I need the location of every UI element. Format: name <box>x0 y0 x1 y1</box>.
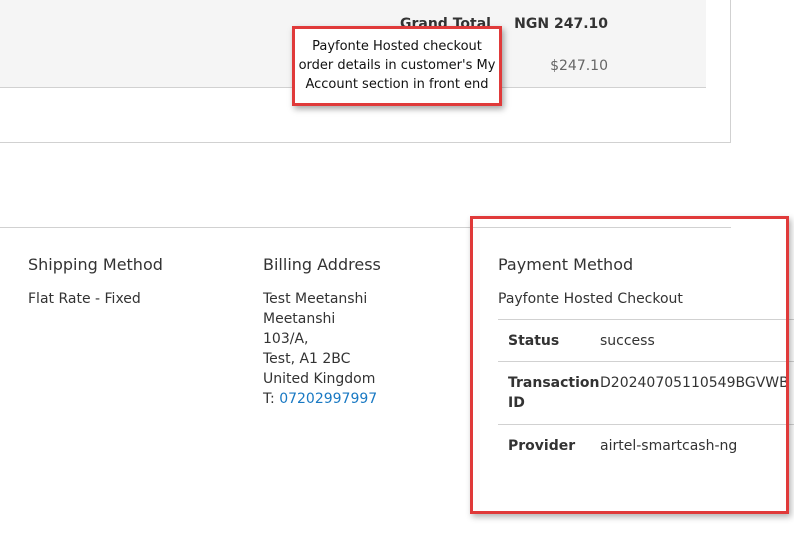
transaction-id-label: Transaction ID <box>508 375 600 411</box>
annotation-callout: Payfonte Hosted checkout order details i… <box>292 26 502 106</box>
billing-address-block: Billing Address Test Meetanshi Meetanshi… <box>263 255 463 409</box>
billing-phone-link[interactable]: 07202997997 <box>279 391 377 407</box>
callout-line-2: order details in customer's My <box>298 58 496 73</box>
table-row: Transaction ID D20240705110549BGVWB <box>498 362 794 425</box>
billing-phone-line: T: 07202997997 <box>263 389 463 409</box>
billing-phone-prefix: T: <box>263 391 280 407</box>
shipping-method-title: Shipping Method <box>28 255 163 274</box>
payment-method-value: Payfonte Hosted Checkout <box>498 291 683 307</box>
payment-method-block: Payment Method Payfonte Hosted Checkout … <box>498 255 794 467</box>
billing-address-title: Billing Address <box>263 255 381 274</box>
billing-street: 103/A, <box>263 331 309 347</box>
callout-line-1: Payfonte Hosted checkout <box>312 39 482 54</box>
grand-total-display-amount: $247.10 <box>550 58 608 74</box>
section-divider <box>0 227 731 228</box>
shipping-method-value: Flat Rate - Fixed <box>28 291 141 307</box>
table-row: Provider airtel-smartcash-ng <box>498 425 794 467</box>
billing-company: Meetanshi <box>263 311 336 327</box>
provider-value: airtel-smartcash-ng <box>600 438 738 454</box>
provider-label: Provider <box>508 438 576 454</box>
order-view-page: Grand Total NGN 247.10 $247.10 Payfonte … <box>0 0 794 549</box>
payment-method-title: Payment Method <box>498 255 634 274</box>
grand-total-base-amount: NGN 247.10 <box>514 16 608 32</box>
transaction-id-value: D20240705110549BGVWB <box>600 375 789 391</box>
payment-status-label: Status <box>508 333 560 349</box>
billing-city-postcode: Test, A1 2BC <box>263 351 351 367</box>
billing-name: Test Meetanshi <box>263 291 368 307</box>
payment-info-table: Status success Transaction ID D202407051… <box>498 319 794 467</box>
billing-address-lines: Test Meetanshi Meetanshi 103/A, Test, A1… <box>263 289 463 409</box>
shipping-method-block: Shipping Method Flat Rate - Fixed <box>28 255 238 309</box>
payment-status-value: success <box>600 333 655 349</box>
callout-line-3: Account section in front end <box>305 77 489 92</box>
billing-country: United Kingdom <box>263 371 376 387</box>
table-row: Status success <box>498 320 794 362</box>
